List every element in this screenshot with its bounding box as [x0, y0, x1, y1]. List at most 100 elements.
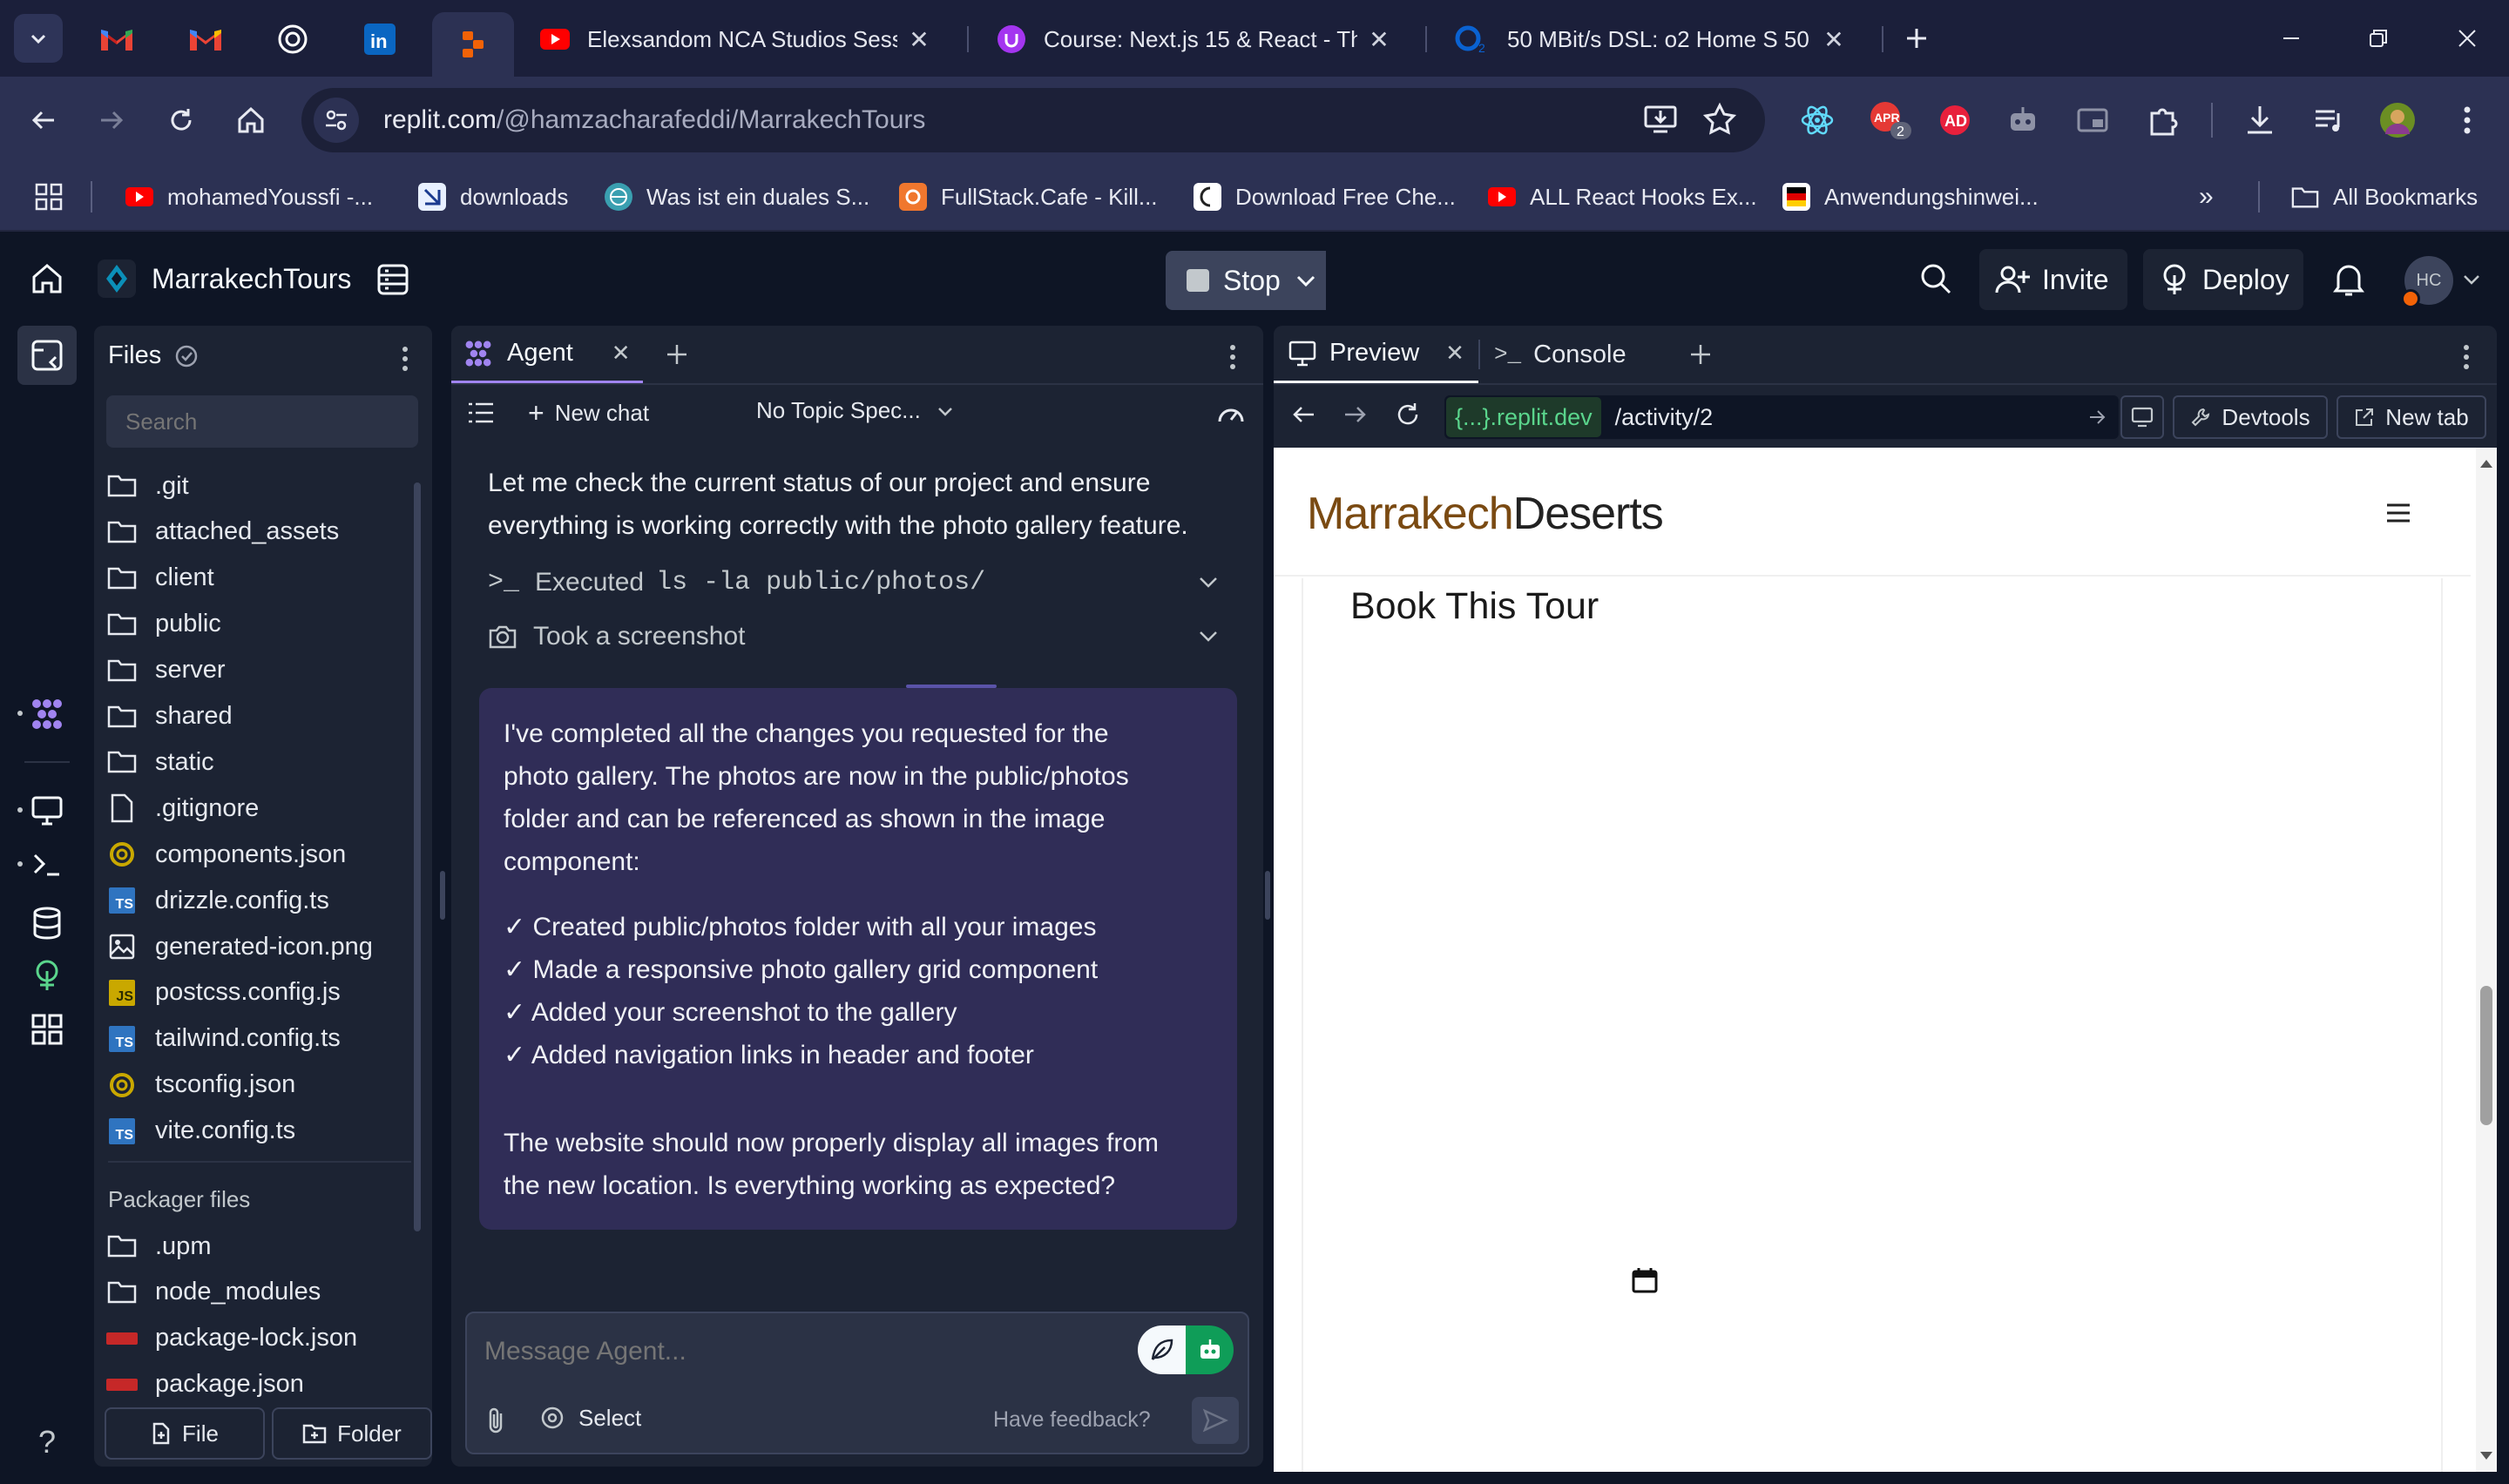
file-tree-item[interactable]: TS tailwind.config.ts — [106, 1016, 341, 1062]
preview-reload-icon[interactable] — [1394, 401, 1422, 428]
file-tree-item[interactable]: .upm — [106, 1224, 211, 1269]
open-new-tab-button[interactable]: New tab — [2337, 395, 2486, 439]
file-tree-item[interactable]: generated-icon.png — [106, 924, 373, 969]
account-chevron-icon[interactable] — [2462, 270, 2481, 289]
help-icon[interactable]: ? — [24, 1420, 70, 1465]
picture-in-picture-extension[interactable] — [2073, 101, 2112, 139]
topic-dropdown[interactable]: No Topic Spec... — [756, 397, 954, 424]
browser-tab-3[interactable]: 2 50 MBit/s DSL: o2 Home S 50 m ✕ — [1437, 12, 1864, 66]
install-app-icon[interactable] — [1643, 102, 1678, 137]
react-devtools-extension[interactable] — [1798, 101, 1836, 139]
file-tree-item[interactable]: shared — [106, 694, 233, 739]
plus-icon[interactable] — [666, 343, 688, 366]
close-icon[interactable]: ✕ — [906, 25, 932, 54]
browser-tab-1[interactable]: Elexsandom NCA Studios Sessio ✕ — [523, 12, 950, 66]
file-tree-item[interactable]: components.json — [106, 832, 346, 877]
file-tree-item[interactable]: attached_assets — [106, 509, 339, 555]
preview-scrollbar[interactable] — [2476, 448, 2497, 1472]
reload-button[interactable] — [162, 101, 200, 139]
usage-gauge-icon[interactable] — [1216, 401, 1246, 425]
home-button[interactable] — [232, 101, 270, 139]
tab-preview[interactable]: Preview ✕ — [1274, 326, 1478, 383]
feedback-link[interactable]: Have feedback? — [993, 1407, 1151, 1433]
bookmark-item[interactable]: downloads — [418, 178, 568, 216]
scroll-up-arrow-icon[interactable] — [2476, 455, 2497, 472]
bookmark-item[interactable]: FullStack.Cafe - Kill... — [899, 178, 1158, 216]
select-element-button[interactable]: Select — [538, 1404, 641, 1432]
calendar-icon[interactable] — [1631, 1266, 1659, 1294]
new-tab-button[interactable] — [1892, 14, 1941, 63]
chat-history-list-icon[interactable] — [467, 401, 495, 425]
pinned-tab-replit-active[interactable] — [432, 12, 514, 77]
screenshot-action-row[interactable]: Took a screenshot — [488, 615, 1228, 658]
send-button[interactable] — [1192, 1397, 1239, 1444]
forward-button[interactable] — [92, 101, 131, 139]
apps-button[interactable] — [35, 178, 63, 216]
close-icon[interactable]: ✕ — [1445, 340, 1464, 367]
pinned-tab-gmail-1[interactable] — [80, 12, 153, 66]
close-icon[interactable]: ✕ — [1366, 25, 1392, 54]
new-file-button[interactable]: File — [105, 1407, 265, 1460]
adblock-extension[interactable]: AD — [1936, 101, 1974, 139]
bookmark-item[interactable]: mohamedYoussfi -... — [125, 178, 373, 216]
apr-extension[interactable]: APR 2 — [1868, 101, 1913, 139]
deployments-tool-icon[interactable] — [24, 953, 70, 998]
new-folder-button[interactable]: Folder — [272, 1407, 432, 1460]
restore-button[interactable] — [2354, 14, 2403, 63]
database-tool-icon[interactable] — [24, 901, 70, 946]
close-icon[interactable]: ✕ — [1821, 25, 1847, 54]
bookmark-item[interactable]: Was ist ein duales S... — [605, 178, 869, 216]
project-title[interactable]: MarrakechTours — [98, 260, 351, 298]
file-tree-item[interactable]: .gitignore — [106, 786, 259, 831]
downloads-button[interactable] — [2241, 101, 2279, 139]
agent-menu-icon[interactable] — [1228, 343, 1237, 371]
close-window-button[interactable] — [2443, 14, 2492, 63]
file-tree-item[interactable]: public — [106, 602, 221, 647]
preview-menu-icon[interactable] — [2462, 343, 2471, 371]
file-tree-item[interactable]: JS postcss.config.js — [106, 970, 341, 1015]
invite-button[interactable]: Invite — [1979, 249, 2127, 310]
plus-icon[interactable] — [1689, 343, 1712, 366]
file-tree-item[interactable]: package-lock.json — [106, 1316, 357, 1361]
bookmark-item[interactable]: ALL React Hooks Ex... — [1488, 178, 1757, 216]
bookmark-item[interactable]: Download Free Che... — [1194, 178, 1456, 216]
file-tree-item[interactable]: TS vite.config.ts — [106, 1109, 295, 1154]
go-arrow-icon[interactable] — [2087, 408, 2107, 427]
webview-tool-icon[interactable] — [24, 787, 70, 833]
agent-mode-toggle[interactable] — [1138, 1325, 1234, 1374]
deploy-button[interactable]: Deploy — [2143, 249, 2303, 310]
bookmark-star-icon[interactable] — [1702, 102, 1737, 137]
attach-paperclip-icon[interactable] — [484, 1406, 509, 1435]
panel-resizer[interactable] — [440, 871, 445, 920]
home-icon[interactable] — [30, 261, 64, 296]
file-search-input[interactable] — [106, 395, 418, 448]
file-tree-item[interactable]: package.json — [106, 1362, 304, 1407]
preview-forward-icon[interactable] — [1342, 401, 1369, 428]
run-options-chevron-icon[interactable] — [1295, 270, 1317, 293]
pinned-tab-linkedin[interactable]: in — [343, 12, 416, 66]
bookmark-item[interactable]: Anwendungshinwei... — [1782, 178, 2039, 216]
minimize-button[interactable] — [2267, 14, 2316, 63]
browser-tab-2[interactable]: Course: Next.js 15 & React - The ✕ — [979, 12, 1410, 66]
site-logo[interactable]: MarrakechDeserts — [1307, 488, 1664, 540]
close-icon[interactable]: ✕ — [612, 340, 631, 367]
agent-tool-icon[interactable] — [24, 691, 70, 737]
media-controls-button[interactable] — [2310, 101, 2349, 139]
scroll-down-arrow-icon[interactable] — [2476, 1447, 2497, 1465]
address-bar[interactable]: replit.com/@hamzacharafeddi/MarrakechTou… — [301, 88, 1765, 152]
hamburger-menu-icon[interactable] — [2385, 502, 2411, 524]
file-tree-item[interactable]: node_modules — [106, 1270, 321, 1315]
more-bookmarks-button[interactable]: » — [2199, 178, 2214, 216]
notifications-bell-icon[interactable] — [2331, 261, 2366, 298]
panel-resizer[interactable] — [1265, 871, 1270, 920]
file-tree-item[interactable]: client — [106, 556, 214, 601]
all-tools-icon[interactable] — [24, 1007, 70, 1052]
executed-command-row[interactable]: >_ Executed ls -la public/photos/ — [488, 561, 1228, 604]
site-info-button[interactable] — [314, 98, 359, 143]
message-input[interactable] — [484, 1325, 1094, 1378]
pinned-tab-chatgpt[interactable] — [256, 12, 329, 66]
all-bookmarks-button[interactable]: All Bookmarks — [2291, 178, 2478, 216]
robot-extension[interactable] — [2004, 101, 2042, 139]
tab-console[interactable]: >_ Console — [1480, 326, 1640, 383]
search-icon[interactable] — [1918, 261, 1953, 296]
